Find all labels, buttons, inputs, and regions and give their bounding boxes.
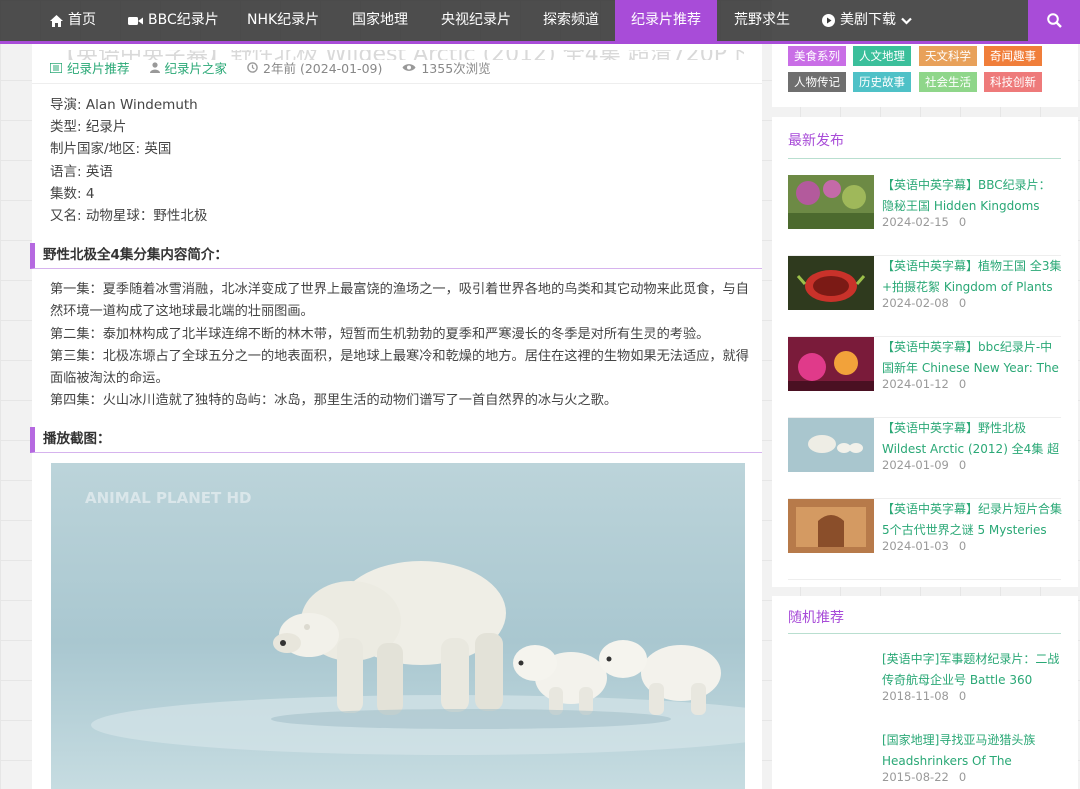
- tag-food[interactable]: 美食系列: [788, 46, 846, 66]
- nav-item-bbc[interactable]: BBC纪录片: [112, 0, 235, 41]
- info-director: 导演: Alan Windemuth: [50, 97, 198, 113]
- latest-post-5[interactable]: 【英语中英字幕】纪录片短片合集 5个古代世界之谜 5 Mysteries Of …: [788, 499, 1062, 580]
- nav-item-survival[interactable]: 荒野求生: [718, 0, 806, 41]
- latest-post-3[interactable]: 【英语中英字幕】bbc纪录片-中国新年 Chinese New Year: Th…: [788, 337, 1061, 418]
- tag-technology[interactable]: 科技创新: [984, 72, 1042, 92]
- post-date: 2015-08-22 0: [882, 770, 967, 784]
- nav-item-label: NHK纪录片: [247, 12, 320, 28]
- meta-time: 2年前 (2024-01-09): [247, 58, 382, 77]
- post-date: 2024-02-15 0: [882, 215, 967, 229]
- latest-post-2[interactable]: 【英语中英字幕】植物王国 全3集+拍摄花絮 Kingdom of Plants …: [788, 256, 1061, 337]
- post-title[interactable]: [国家地理]寻找亚马逊猎头族 Headshrinkers Of The Amaz…: [882, 730, 1062, 772]
- info-episodes: 集数: 4: [50, 185, 95, 202]
- tag-astronomy[interactable]: 天文科学: [919, 46, 977, 66]
- meta-views-label: 1355次浏览: [421, 61, 491, 76]
- post-thumbnail[interactable]: [788, 499, 874, 553]
- latest-heading: 最新发布: [788, 133, 844, 149]
- nav-item-label: 首页: [68, 12, 96, 28]
- top-navbar: 首页 BBC纪录片 NHK纪录片 国家地理 央视纪录片 探索频道 纪录片推荐 荒…: [0, 0, 1080, 44]
- post-thumbnail[interactable]: [788, 418, 874, 472]
- latest-divider: [788, 158, 1061, 159]
- random-post-2[interactable]: [国家地理]寻找亚马逊猎头族 Headshrinkers Of The Amaz…: [788, 730, 1061, 789]
- info-language: 语言: 英语: [50, 163, 113, 180]
- post-date: 2024-01-12 0: [882, 377, 967, 391]
- post-date: 2024-01-09 0: [882, 458, 967, 472]
- post-date: 2024-02-08 0: [882, 296, 967, 310]
- nav-item-nhk[interactable]: NHK纪录片: [231, 0, 335, 41]
- tag-biography[interactable]: 人物传记: [788, 72, 846, 92]
- clock-icon: [247, 62, 258, 73]
- synopsis-ep3: 第三集：北极冻塬占了全球五分之一的地表面积，是地球上最寒冷和乾燥的地方。居住在这…: [50, 348, 749, 387]
- latest-post-1[interactable]: 【英语中英字幕】BBC纪录片：隐秘王国 Hidden Kingdoms 2024…: [788, 175, 1061, 256]
- polar-bear-screenshot: ANIMAL PLANET HD: [51, 463, 745, 789]
- home-icon: [50, 14, 63, 27]
- synopsis-text: 第一集：夏季随着冰雪消融，北冰洋变成了世界上最富饶的渔场之一，吸引着世界各地的鸟…: [50, 279, 750, 413]
- post-thumbnail[interactable]: [788, 649, 874, 703]
- post-thumbnail[interactable]: [788, 175, 874, 229]
- nav-item-label: 荒野求生: [734, 12, 790, 28]
- meta-category-label: 纪录片推荐: [67, 61, 130, 76]
- post-title[interactable]: 【英语中英字幕】野性北极 Wildest Arctic (2012) 全4集 超: [882, 418, 1062, 460]
- synopsis-ep4: 第四集：火山冰川造就了独特的岛屿：冰岛，那里生活的动物们谱写了一首自然界的冰与火…: [50, 393, 618, 409]
- eye-icon: [402, 64, 416, 71]
- meta-author-label: 纪录片之家: [164, 61, 228, 76]
- info-alias: 又名: 动物星球：野性北极: [50, 208, 208, 225]
- latest-posts-card: 最新发布 【英语中英字幕】BBC纪录片：隐秘王国 Hidden Kingdoms…: [772, 117, 1078, 587]
- info-country: 制片国家/地区: 英国: [50, 141, 172, 158]
- synopsis-ep1: 第一集：夏季随着冰雪消融，北冰洋变成了世界上最富饶的渔场之一，吸引着世界各地的鸟…: [50, 282, 749, 320]
- nav-item-label: 国家地理: [352, 12, 408, 28]
- search-icon: [1046, 13, 1062, 28]
- nav-item-discovery[interactable]: 探索频道: [527, 0, 615, 41]
- post-date: 2024-01-03 0: [882, 539, 967, 553]
- nav-item-label: 探索频道: [543, 12, 599, 28]
- latest-post-4[interactable]: 【英语中英字幕】野性北极 Wildest Arctic (2012) 全4集 超…: [788, 418, 1061, 499]
- tag-history[interactable]: 历史故事: [853, 72, 911, 92]
- post-thumbnail[interactable]: [788, 256, 874, 310]
- screenshots-heading: 播放截图：: [30, 427, 762, 453]
- article-card: 【英语中英字幕】野性北极 Wildest Arctic (2012) 全4集 超…: [30, 44, 762, 789]
- nav-item-label: 美剧下载: [840, 12, 896, 28]
- post-date: 2018-11-08 0: [882, 689, 967, 703]
- chevron-down-icon: [901, 17, 912, 25]
- user-icon: [149, 62, 160, 73]
- nav-item-home[interactable]: 首页: [34, 0, 112, 41]
- nav-item-tv-download[interactable]: 美剧下载: [806, 0, 928, 41]
- nav-item-natgeo[interactable]: 国家地理: [336, 0, 424, 41]
- info-genre: 类型: 纪录片: [50, 119, 127, 136]
- post-title[interactable]: 【英语中英字幕】BBC纪录片：隐秘王国 Hidden Kingdoms: [882, 175, 1062, 217]
- tag-geography[interactable]: 人文地理: [853, 46, 911, 66]
- search-button[interactable]: [1028, 0, 1080, 41]
- article-meta: 纪录片推荐 纪录片之家 2年前 (2024-01-09) 1355次浏览: [50, 58, 491, 77]
- synopsis-heading: 野性北极全4集分集内容简介：: [30, 243, 762, 269]
- meta-time-label: 2年前 (2024-01-09): [263, 61, 383, 76]
- nav-item-label: BBC纪录片: [148, 12, 219, 28]
- tag-society[interactable]: 社会生活: [919, 72, 977, 92]
- meta-category[interactable]: 纪录片推荐: [50, 58, 130, 77]
- meta-author[interactable]: 纪录片之家: [149, 58, 228, 77]
- video-camera-icon: [128, 16, 143, 25]
- nav-item-label: 央视纪录片: [441, 12, 511, 28]
- nav-item-recommend[interactable]: 纪录片推荐: [615, 0, 717, 41]
- meta-views: 1355次浏览: [402, 58, 491, 77]
- synopsis-ep2: 第二集：泰加林构成了北半球连绵不断的林木带，短暂而生机勃勃的夏季和严寒漫长的冬季…: [50, 326, 710, 342]
- post-title[interactable]: 【英语中英字幕】bbc纪录片-中国新年 Chinese New Year: Th…: [882, 337, 1062, 379]
- random-heading: 随机推荐: [788, 610, 844, 626]
- random-posts-card: 随机推荐 [英语中字]军事题材纪录片：二战传奇航母企业号 Battle 360 …: [772, 596, 1078, 789]
- post-thumbnail[interactable]: [788, 337, 874, 391]
- nav-item-cctv[interactable]: 央视纪录片: [425, 0, 527, 41]
- polar-bear-illustration: ANIMAL PLANET HD: [51, 463, 745, 789]
- post-title[interactable]: 【英语中英字幕】纪录片短片合集 5个古代世界之谜 5 Mysteries Of: [882, 499, 1062, 541]
- movie-info: 导演: Alan Windemuth 类型: 纪录片 制片国家/地区: 英国 语…: [50, 94, 207, 227]
- post-thumbnail[interactable]: [788, 730, 874, 784]
- random-divider: [788, 633, 1061, 634]
- post-title[interactable]: 【英语中英字幕】植物王国 全3集+拍摄花絮 Kingdom of Plants: [882, 256, 1062, 298]
- random-post-1[interactable]: [英语中字]军事题材纪录片：二战传奇航母企业号 Battle 360 2018-…: [788, 649, 1061, 730]
- play-circle-icon: [822, 14, 835, 27]
- tag-curiosities[interactable]: 奇闻趣事: [984, 46, 1042, 66]
- nav-item-label: 纪录片推荐: [631, 12, 701, 28]
- meta-divider: [32, 83, 762, 84]
- animal-planet-watermark: ANIMAL PLANET HD: [85, 489, 251, 507]
- post-title[interactable]: [英语中字]军事题材纪录片：二战传奇航母企业号 Battle 360: [882, 649, 1062, 691]
- list-icon: [50, 62, 62, 73]
